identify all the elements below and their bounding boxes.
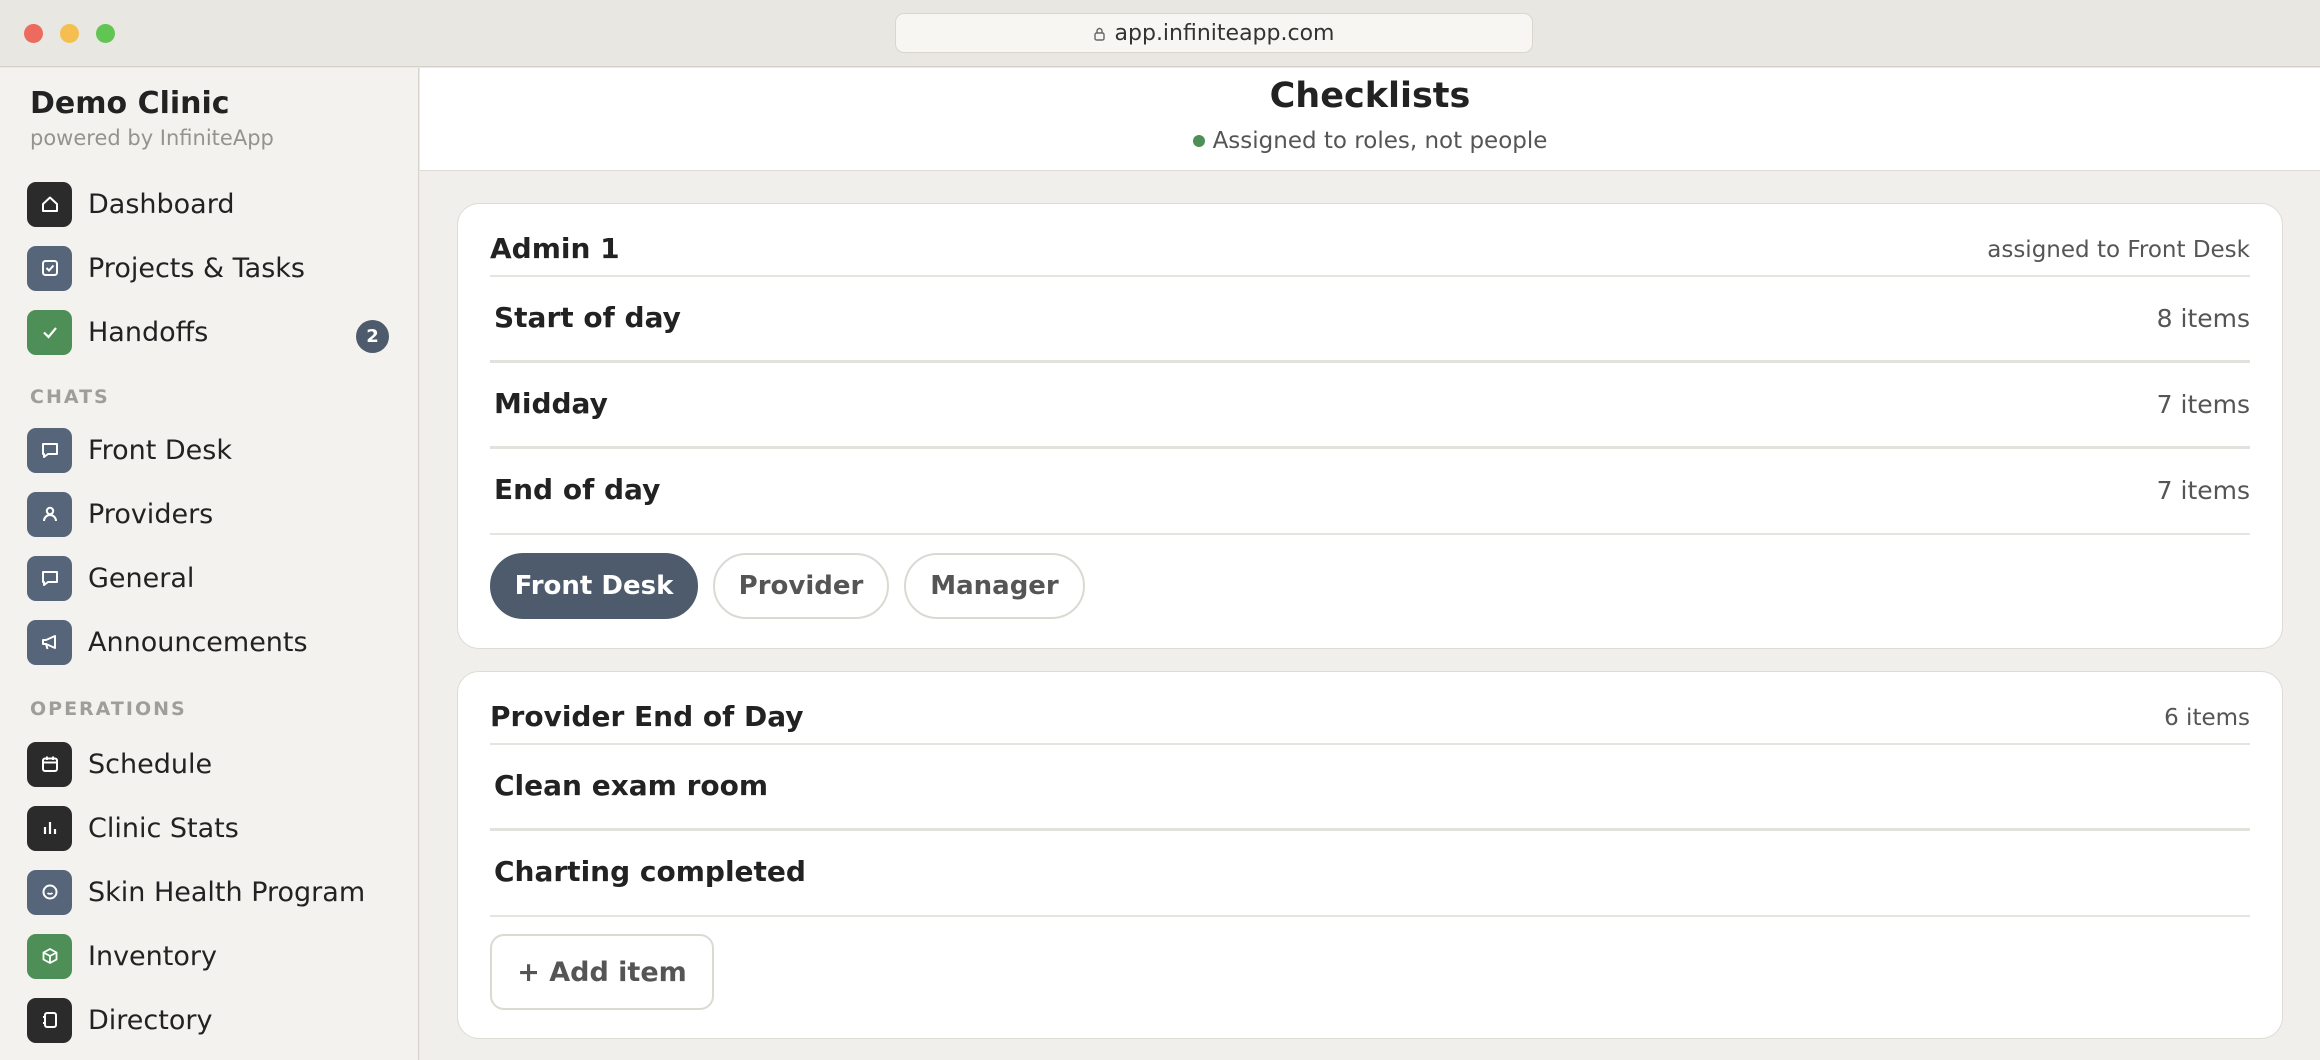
url-bar[interactable]: app.infiniteapp.com <box>895 13 1533 53</box>
row-label: Clean exam room <box>494 769 769 802</box>
sidebar-item-schedule[interactable]: Schedule <box>27 741 387 787</box>
role-pill-front-desk[interactable]: Front Desk <box>490 553 698 619</box>
check-icon <box>27 309 72 355</box>
lock-icon <box>1093 27 1105 41</box>
role-pill-manager[interactable]: Manager <box>904 553 1085 619</box>
section-label-operations: OPERATIONS <box>30 698 187 720</box>
page-subtitle-text: Assigned to roles, not people <box>1212 128 1548 154</box>
row-label: Charting completed <box>494 855 806 888</box>
card-assignment: assigned to Front Desk <box>1987 237 2250 263</box>
card-title: Admin 1 <box>490 232 620 265</box>
zoom-window-button[interactable] <box>96 24 115 43</box>
sidebar-item-skin-health-program[interactable]: Skin Health Program <box>27 869 387 915</box>
section-label-chats: CHATS <box>30 386 110 408</box>
sidebar-item-front-desk[interactable]: Front Desk <box>27 427 387 473</box>
row-label: End of day <box>494 473 661 506</box>
row-item-count: 8 items <box>2156 304 2250 333</box>
close-window-button[interactable] <box>24 24 43 43</box>
row-item-count: 7 items <box>2156 476 2250 505</box>
megaphone-icon <box>27 619 72 665</box>
sidebar-item-label: Front Desk <box>88 434 232 466</box>
checklist-row[interactable]: Start of day 8 items <box>490 277 2250 363</box>
sidebar-item-label: Dashboard <box>88 188 235 220</box>
sidebar-item-directory[interactable]: Directory <box>27 997 387 1043</box>
chat-bubble-icon <box>27 427 72 473</box>
checklist-row[interactable]: Clean exam room <box>490 745 2250 831</box>
status-dot-icon <box>1192 135 1205 147</box>
window-titlebar: app.infiniteapp.com <box>0 0 2320 67</box>
sidebar-item-providers[interactable]: Providers <box>27 491 387 537</box>
checklist-row[interactable]: Midday 7 items <box>490 363 2250 449</box>
page-title: Checklists <box>1269 76 1471 116</box>
sidebar-item-label: General <box>88 562 195 594</box>
sidebar-item-inventory[interactable]: Inventory <box>27 933 387 979</box>
main-content: Checklists Assigned to roles, not people… <box>420 68 2320 1060</box>
box-icon <box>27 933 72 979</box>
sidebar-item-label: Announcements <box>88 626 308 658</box>
sidebar-item-handoffs[interactable]: Handoffs 2 <box>27 309 389 355</box>
sidebar-item-projects-tasks[interactable]: Projects & Tasks <box>27 245 387 291</box>
card-header: Provider End of Day 6 items <box>490 672 2250 745</box>
row-label: Midday <box>494 387 608 420</box>
sidebar-item-label: Schedule <box>88 748 213 780</box>
row-label: Start of day <box>494 301 681 334</box>
row-item-count: 7 items <box>2156 390 2250 419</box>
sidebar-item-label: Providers <box>88 498 214 530</box>
contacts-book-icon <box>27 997 72 1043</box>
card-item-count: 6 items <box>2164 705 2250 731</box>
brand-title: Demo Clinic <box>30 86 230 121</box>
checklist-card-provider-end-of-day: Provider End of Day 6 items Clean exam r… <box>457 671 2283 1039</box>
checklist-row[interactable]: End of day 7 items <box>490 449 2250 535</box>
sidebar: Demo Clinic powered by InfiniteApp Dashb… <box>0 68 419 1060</box>
role-pill-provider[interactable]: Provider <box>713 553 889 619</box>
chat-bubble-icon <box>27 555 72 601</box>
sidebar-item-label: Skin Health Program <box>88 876 366 908</box>
page-subtitle: Assigned to roles, not people <box>420 128 2320 154</box>
url-text: app.infiniteapp.com <box>1114 20 1335 46</box>
handoffs-count-badge: 2 <box>356 320 389 353</box>
bar-chart-icon <box>27 805 72 851</box>
sidebar-item-label: Inventory <box>88 940 217 972</box>
sidebar-item-dashboard[interactable]: Dashboard <box>27 181 387 227</box>
card-header: Admin 1 assigned to Front Desk <box>490 204 2250 277</box>
smile-circle-icon <box>27 869 72 915</box>
sidebar-item-label: Directory <box>88 1004 213 1036</box>
sidebar-item-announcements[interactable]: Announcements <box>27 619 387 665</box>
sidebar-item-general[interactable]: General <box>27 555 387 601</box>
home-icon <box>27 181 72 227</box>
checklist-row[interactable]: Charting completed <box>490 831 2250 917</box>
sidebar-item-label: Handoffs <box>88 316 209 348</box>
sidebar-item-clinic-stats[interactable]: Clinic Stats <box>27 805 387 851</box>
sidebar-item-label: Projects & Tasks <box>88 252 306 284</box>
checkbox-icon <box>27 245 72 291</box>
calendar-icon <box>27 741 72 787</box>
brand-subtitle: powered by InfiniteApp <box>30 126 274 150</box>
person-icon <box>27 491 72 537</box>
sidebar-item-label: Clinic Stats <box>88 812 239 844</box>
checklist-card-admin: Admin 1 assigned to Front Desk Start of … <box>457 203 2283 649</box>
add-item-button[interactable]: + Add item <box>490 934 714 1010</box>
page-header: Checklists Assigned to roles, not people <box>420 68 2320 171</box>
minimize-window-button[interactable] <box>60 24 79 43</box>
card-title: Provider End of Day <box>490 700 804 733</box>
